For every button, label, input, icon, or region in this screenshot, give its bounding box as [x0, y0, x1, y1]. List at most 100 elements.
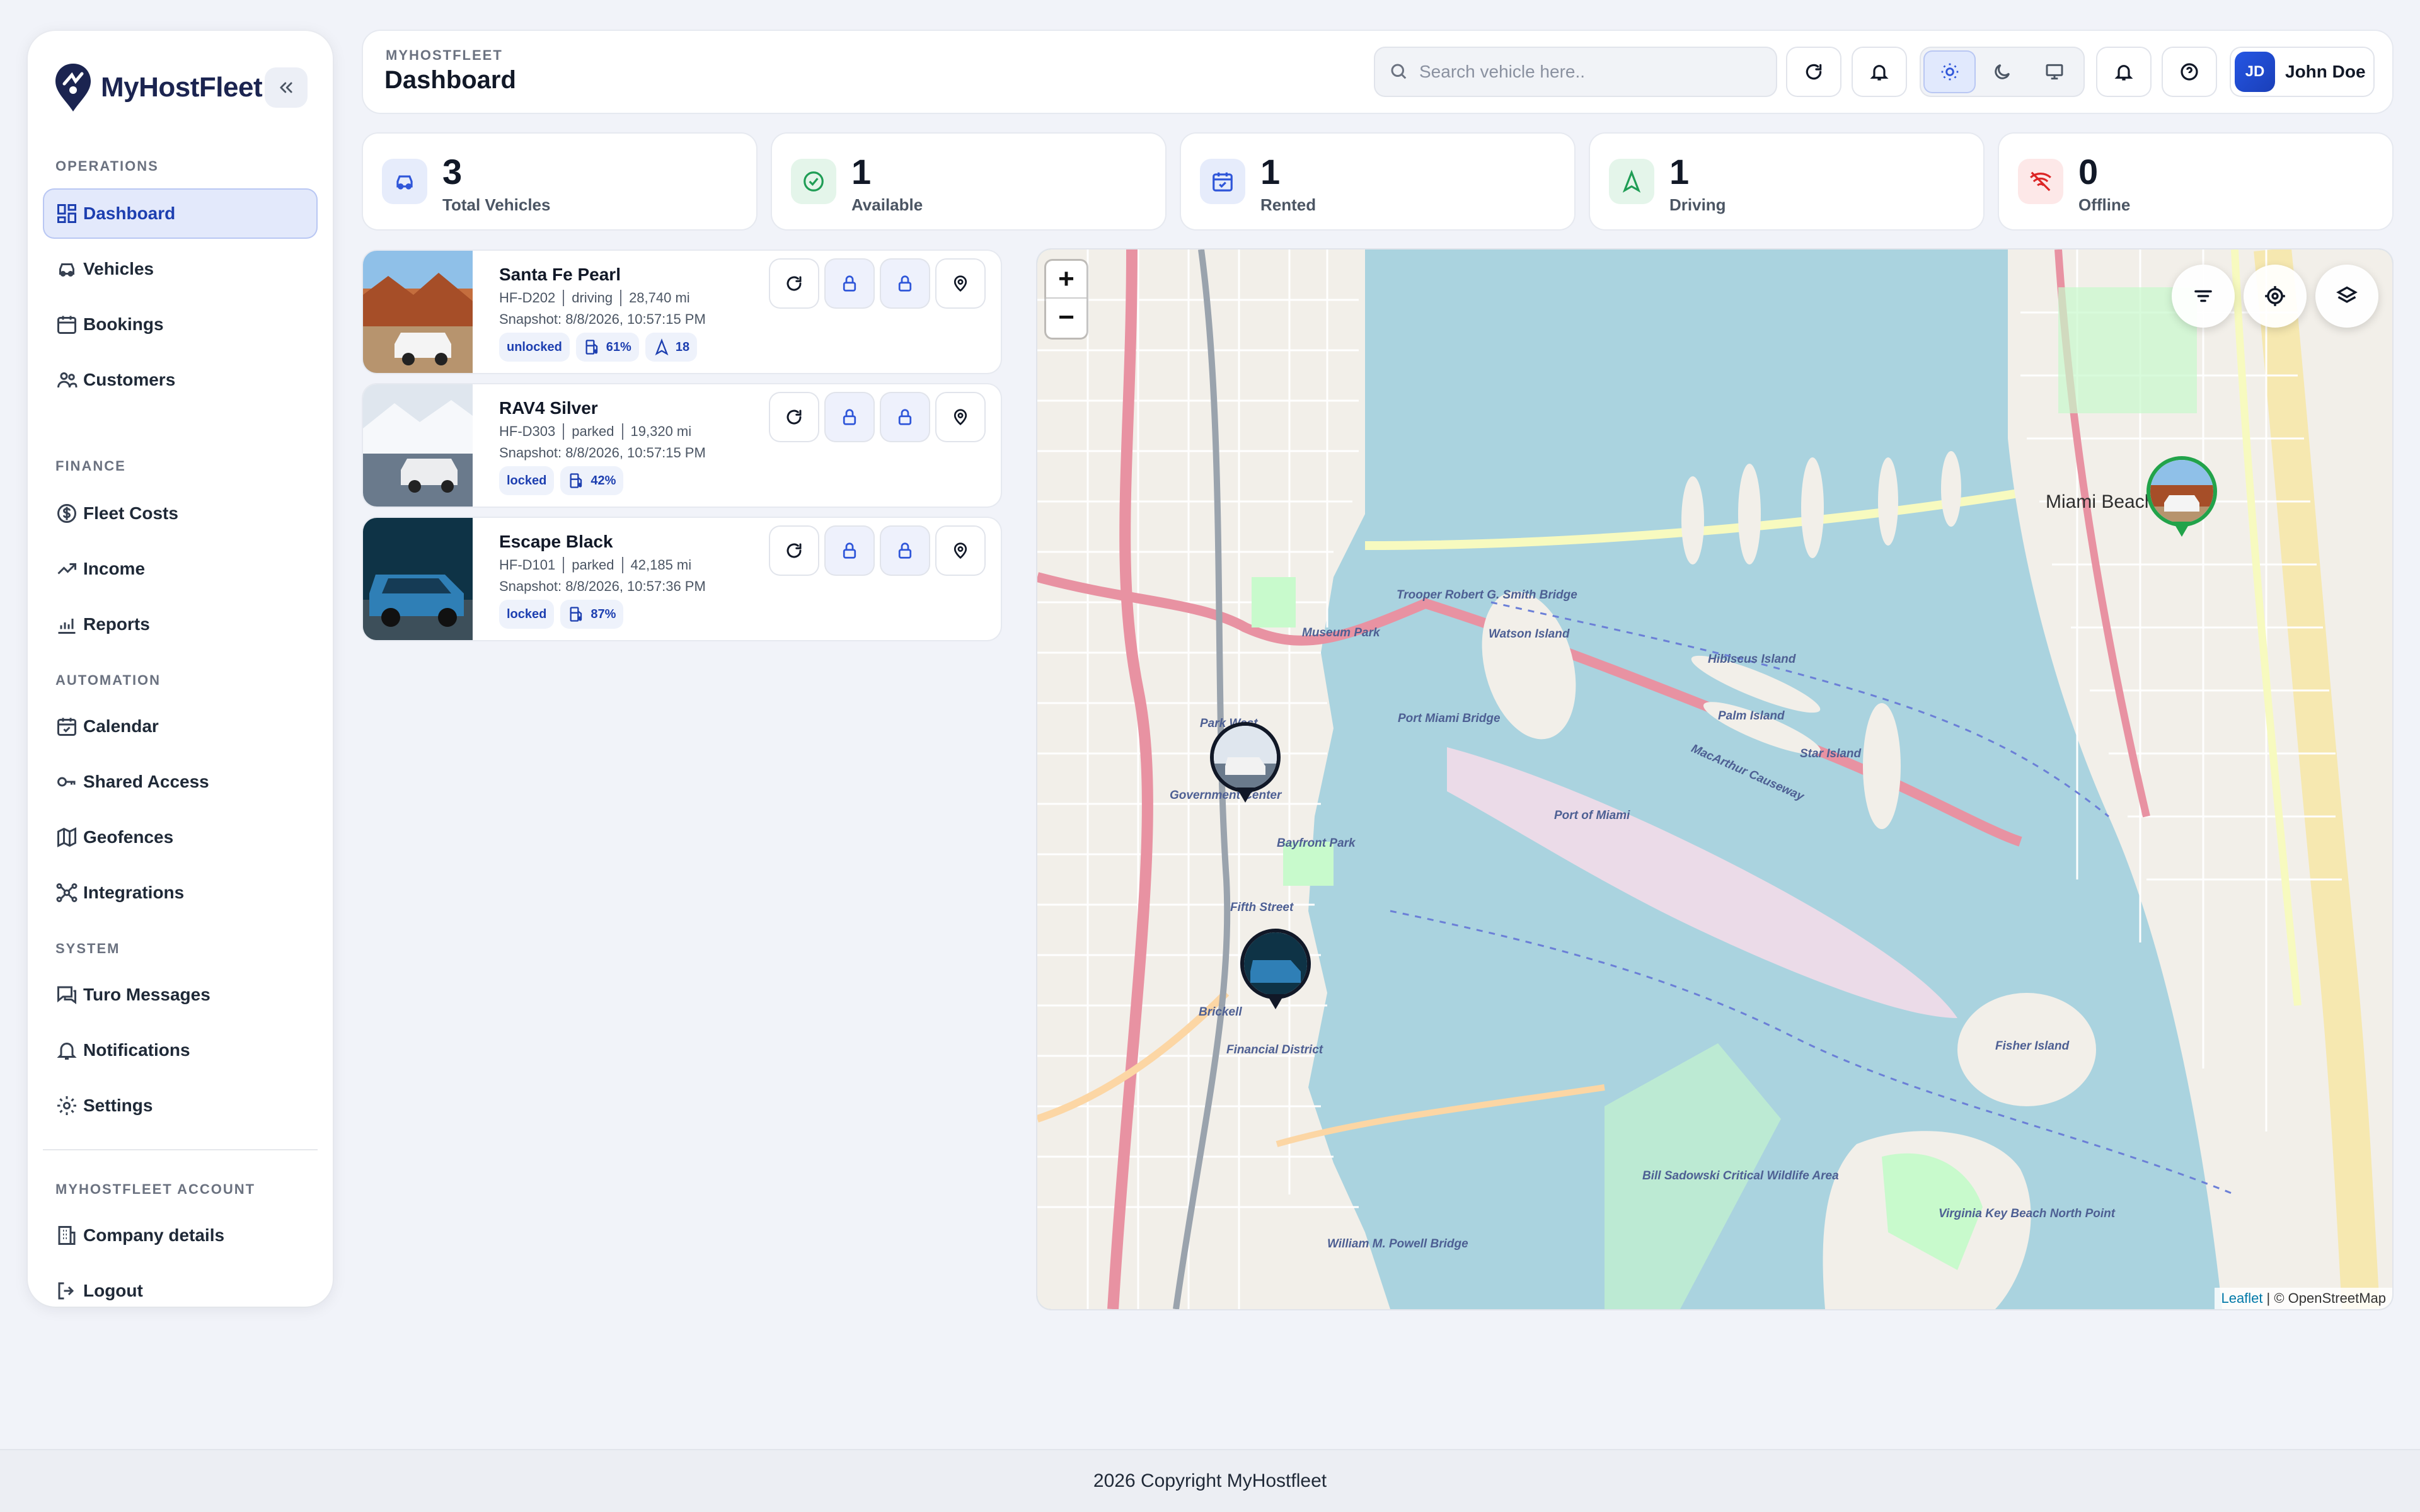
- sun-icon: [1941, 63, 1958, 81]
- sidebar-item-reports[interactable]: Reports: [43, 599, 318, 650]
- sidebar-item-fleet-costs[interactable]: Fleet Costs: [43, 488, 318, 539]
- vehicle-plate: HF-D101: [499, 557, 556, 573]
- sidebar-item-logout[interactable]: Logout: [43, 1266, 318, 1316]
- alerts-button[interactable]: [1852, 47, 1907, 97]
- locate-button[interactable]: [935, 258, 986, 309]
- vehicle-plate: HF-D303: [499, 423, 556, 439]
- unlock-button[interactable]: [880, 258, 930, 309]
- vehicle-state: parked: [572, 423, 614, 439]
- sidebar-item-label: Geofences: [83, 827, 174, 847]
- stat-label: Total Vehicles: [442, 195, 551, 214]
- check-circle-icon: [804, 171, 824, 192]
- sidebar-item-shared-access[interactable]: Shared Access: [43, 757, 318, 807]
- sidebar-item-label: Reports: [83, 614, 150, 634]
- vehicle-state: driving: [572, 290, 613, 306]
- fuel-icon: [570, 607, 582, 622]
- vehicle-tags: locked 42%: [499, 466, 624, 495]
- refresh-vehicle-button[interactable]: [769, 525, 819, 576]
- vehicle-card[interactable]: RAV4 Silver HF-D303 parked 19,320 mi Sna…: [363, 384, 1001, 507]
- sidebar-item-vehicles[interactable]: Vehicles: [43, 244, 318, 294]
- stat-label: Rented: [1260, 195, 1317, 214]
- search-input[interactable]: [1419, 62, 1760, 82]
- sidebar-item-company-details[interactable]: Company details: [43, 1210, 318, 1261]
- vehicle-tags: locked 87%: [499, 600, 624, 629]
- sidebar-divider: [43, 1149, 318, 1150]
- sidebar-item-label: Dashboard: [83, 203, 176, 223]
- crosshair-icon: [2265, 286, 2285, 306]
- lock-button[interactable]: [824, 392, 875, 442]
- sidebar-item-calendar[interactable]: Calendar: [43, 701, 318, 752]
- sidebar-item-dashboard[interactable]: Dashboard: [43, 188, 318, 239]
- unlock-button[interactable]: [880, 525, 930, 576]
- vehicle-mileage: 28,740 mi: [629, 290, 690, 306]
- sidebar-item-customers[interactable]: Customers: [43, 355, 318, 405]
- sidebar-item-turo-messages[interactable]: Turo Messages: [43, 970, 318, 1020]
- marker-car-image: [1244, 932, 1307, 995]
- stat-card-total[interactable]: 3 Total Vehicles: [363, 134, 756, 229]
- vehicle-map-marker[interactable]: [1240, 929, 1311, 1017]
- search-box[interactable]: [1374, 47, 1777, 97]
- chevrons-left-icon: [280, 82, 292, 93]
- map-layers-button[interactable]: [2315, 265, 2378, 328]
- bell-icon: [1870, 65, 1889, 81]
- sidebar-item-label: Turo Messages: [83, 985, 210, 1004]
- vehicle-photo: [363, 384, 473, 507]
- zoom-out-button[interactable]: −: [1046, 299, 1086, 336]
- vehicle-card[interactable]: Santa Fe Pearl HF-D202 driving 28,740 mi…: [363, 251, 1001, 373]
- stat-card-rented[interactable]: 1 Rented: [1181, 134, 1574, 229]
- brand-logo[interactable]: MyHostFleet: [53, 62, 263, 113]
- locate-button[interactable]: [935, 392, 986, 442]
- map-locate-button[interactable]: [2244, 265, 2307, 328]
- stat-card-available[interactable]: 1 Available: [772, 134, 1165, 229]
- notifications-button[interactable]: [2096, 47, 2152, 97]
- sidebar-item-label: Customers: [83, 370, 176, 389]
- calendar-check-icon: [1213, 172, 1233, 192]
- unlock-button[interactable]: [880, 392, 930, 442]
- sidebar-item-settings[interactable]: Settings: [43, 1080, 318, 1131]
- marker-photo: [1210, 722, 1281, 793]
- lock-button[interactable]: [824, 258, 875, 309]
- refresh-vehicle-button[interactable]: [769, 258, 819, 309]
- stat-label: Driving: [1669, 195, 1726, 214]
- stat-value: 3: [442, 152, 463, 192]
- collapse-sidebar-button[interactable]: [265, 67, 308, 108]
- map-filter-button[interactable]: [2172, 265, 2235, 328]
- sidebar-item-label: Integrations: [83, 883, 185, 902]
- fuel-badge: 42%: [560, 466, 624, 495]
- locate-button[interactable]: [935, 525, 986, 576]
- sidebar-item-geofences[interactable]: Geofences: [43, 812, 318, 862]
- map-label-william-powell: William M. Powell Bridge: [1327, 1237, 1468, 1251]
- sidebar-item-bookings[interactable]: Bookings: [43, 299, 318, 350]
- theme-light-button[interactable]: [1923, 50, 1976, 93]
- stat-card-driving[interactable]: 1 Driving: [1590, 134, 1983, 229]
- sidebar-item-notifications[interactable]: Notifications: [43, 1025, 318, 1075]
- user-menu[interactable]: JD John Doe: [2230, 47, 2375, 97]
- avatar: JD: [2235, 52, 2275, 92]
- theme-system-button[interactable]: [2029, 50, 2081, 93]
- vehicle-mileage: 19,320 mi: [630, 423, 692, 439]
- lock-icon: [898, 409, 912, 425]
- fuel-badge: 61%: [575, 333, 639, 362]
- sidebar-item-income[interactable]: Income: [43, 544, 318, 594]
- vehicle-plate: HF-D202: [499, 290, 556, 306]
- sidebar-item-integrations[interactable]: Integrations: [43, 868, 318, 918]
- gear-icon: [57, 1096, 76, 1115]
- leaflet-link[interactable]: Leaflet: [2221, 1290, 2262, 1307]
- marker-photo: [1240, 929, 1311, 999]
- vehicle-map-marker-driving[interactable]: [2146, 456, 2217, 544]
- map-icon: [57, 827, 76, 847]
- vehicle-card[interactable]: Escape Black HF-D101 parked 42,185 mi Sn…: [363, 518, 1001, 640]
- network-icon: [56, 883, 78, 902]
- trending-up-icon: [57, 563, 76, 575]
- lock-button[interactable]: [824, 525, 875, 576]
- fleet-map[interactable]: Miami Beach Trooper Robert G. Smith Brid…: [1037, 249, 2392, 1309]
- logout-icon: [58, 1282, 74, 1300]
- refresh-vehicle-button[interactable]: [769, 392, 819, 442]
- zoom-in-button[interactable]: +: [1046, 261, 1086, 299]
- help-button[interactable]: [2162, 47, 2217, 97]
- stat-card-offline[interactable]: 0 Offline: [1999, 134, 2392, 229]
- lock-icon: [843, 409, 856, 425]
- refresh-button[interactable]: [1786, 47, 1841, 97]
- theme-dark-button[interactable]: [1976, 50, 2028, 93]
- vehicle-map-marker[interactable]: [1210, 722, 1281, 810]
